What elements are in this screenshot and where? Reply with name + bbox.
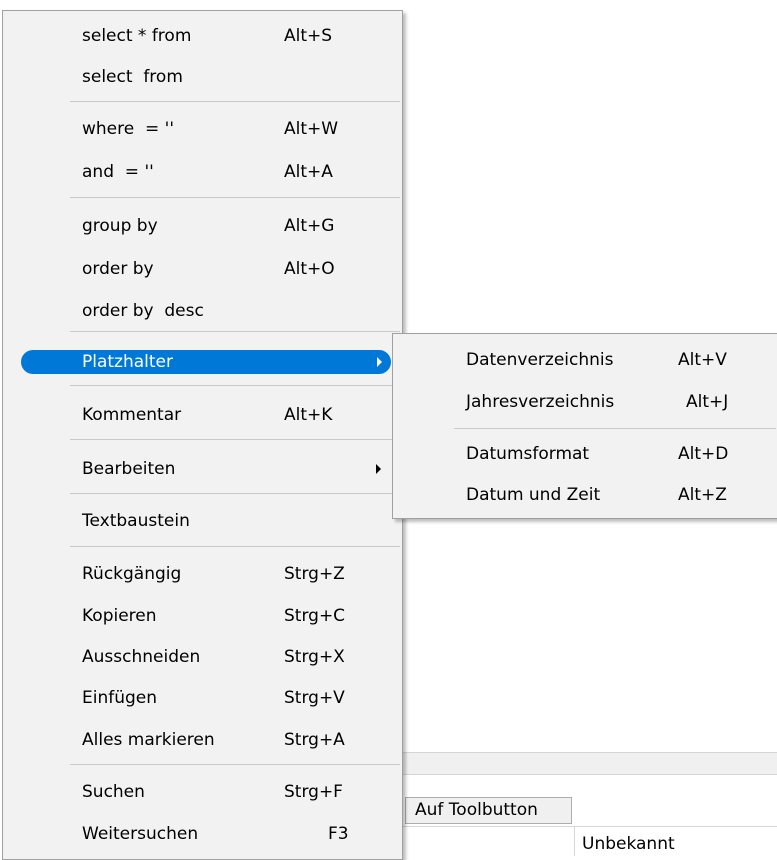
menu-item-shortcut: Strg+A [284,730,345,750]
menu-item-label: Rückgängig [82,564,182,584]
column-divider [574,826,575,856]
menu-item-label: Datumsformat [466,444,590,464]
menu-item-ausschneiden[interactable]: Ausschneiden Strg+X [3,637,402,677]
menu-item-textbaustein[interactable]: Textbaustein [3,501,402,541]
menu-item-shortcut: Alt+S [284,26,333,46]
menu-item-label: Kopieren [82,606,157,626]
menu-item-label: order by desc [82,301,204,321]
menu-item-label: where = '' [82,119,175,139]
menu-separator [70,385,400,386]
menu-item-shortcut: Alt+V [678,350,727,370]
background-panel [400,752,777,774]
menu-item-shortcut: Strg+X [284,647,345,667]
menu-item-label: select * from [82,26,192,46]
menu-separator [70,197,400,198]
submenu-item-jahresverzeichnis[interactable]: Jahresverzeichnis Alt+J [393,382,777,422]
menu-item-order-by[interactable]: order by Alt+O [3,249,402,289]
menu-item-shortcut: Alt+K [284,405,333,425]
tab-auf-toolbutton[interactable]: Auf Toolbutton [405,797,572,824]
menu-item-label: group by [82,216,158,236]
menu-item-shortcut: Alt+A [284,162,333,182]
menu-item-bearbeiten[interactable]: Bearbeiten [3,449,402,489]
menu-separator [454,428,776,429]
menu-item-where[interactable]: where = '' Alt+W [3,109,402,149]
menu-separator [70,101,400,102]
menu-item-label: Datum und Zeit [466,485,601,505]
table-cell-status: Unbekannt [582,834,675,854]
menu-item-kopieren[interactable]: Kopieren Strg+C [3,596,402,636]
menu-item-platzhalter[interactable]: Platzhalter [21,350,391,374]
menu-item-alles-markieren[interactable]: Alles markieren Strg+A [3,720,402,760]
menu-item-order-by-desc[interactable]: order by desc [3,291,402,331]
menu-item-label: select from [82,67,183,87]
background-divider [400,752,777,753]
context-menu: select * from Alt+S select from where = … [2,10,403,860]
menu-item-label: Ausschneiden [82,647,201,667]
menu-item-shortcut: Strg+Z [284,564,345,584]
menu-item-shortcut: Strg+V [284,688,345,708]
background-divider [400,826,777,827]
menu-separator [70,439,400,440]
menu-item-shortcut: Alt+O [284,259,335,279]
menu-separator [70,331,400,332]
menu-item-shortcut: Alt+G [284,216,335,236]
menu-item-label: Einfügen [82,688,158,708]
menu-item-shortcut: Alt+D [678,444,729,464]
submenu-arrow-icon [377,357,382,367]
menu-item-label: Datenverzeichnis [466,350,614,370]
menu-item-shortcut: Alt+Z [678,485,727,505]
menu-item-weitersuchen[interactable]: Weitersuchen F3 [3,814,402,854]
menu-item-suchen[interactable]: Suchen Strg+F [3,772,402,812]
submenu-item-datumsformat[interactable]: Datumsformat Alt+D [393,434,777,474]
submenu-item-datenverzeichnis[interactable]: Datenverzeichnis Alt+V [393,340,777,380]
menu-item-select-from[interactable]: select from [3,57,402,97]
menu-item-label: Platzhalter [82,352,174,372]
menu-item-label: Alles markieren [82,730,215,750]
menu-item-einfuegen[interactable]: Einfügen Strg+V [3,678,402,718]
menu-item-label: Textbaustein [82,511,190,531]
menu-separator [70,546,400,547]
menu-item-kommentar[interactable]: Kommentar Alt+K [3,395,402,435]
menu-item-rueckgaengig[interactable]: Rückgängig Strg+Z [3,554,402,594]
menu-item-label: Kommentar [82,405,182,425]
menu-item-shortcut: Alt+W [284,119,339,139]
menu-item-and[interactable]: and = '' Alt+A [3,152,402,192]
menu-item-label: order by [82,259,154,279]
menu-item-group-by[interactable]: group by Alt+G [3,206,402,246]
menu-item-label: Weitersuchen [82,824,199,844]
menu-item-shortcut: Strg+F [284,782,343,802]
menu-item-select-all-from[interactable]: select * from Alt+S [3,16,402,56]
menu-item-label: and = '' [82,162,154,182]
menu-separator [70,493,400,494]
menu-separator [70,764,400,765]
menu-item-shortcut: Alt+J [686,392,729,412]
menu-item-label: Suchen [82,782,145,802]
menu-item-label: Jahresverzeichnis [466,392,615,412]
menu-item-shortcut: Strg+C [284,606,346,626]
platzhalter-submenu: Datenverzeichnis Alt+V Jahresverzeichnis… [392,333,777,519]
menu-item-shortcut: F3 [328,824,349,844]
submenu-item-datum-und-zeit[interactable]: Datum und Zeit Alt+Z [393,475,777,515]
submenu-arrow-icon [376,464,381,474]
background-divider [400,774,777,775]
menu-item-label: Bearbeiten [82,459,176,479]
